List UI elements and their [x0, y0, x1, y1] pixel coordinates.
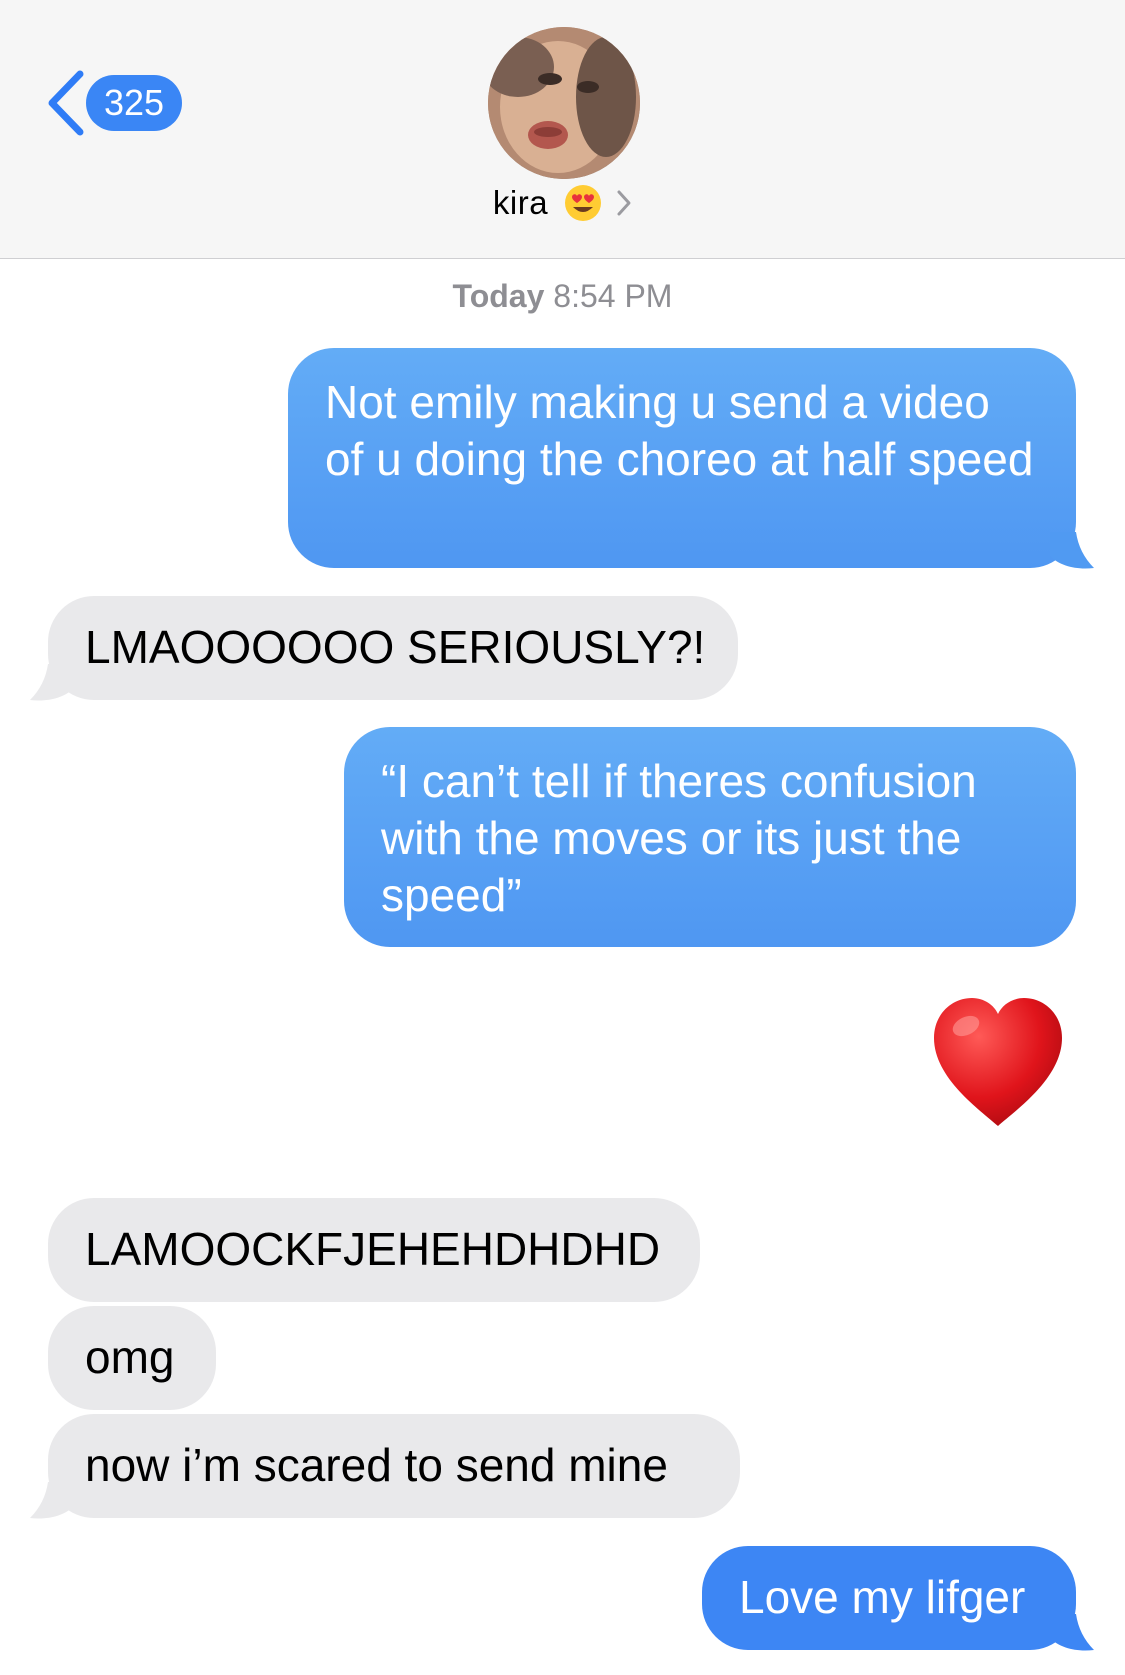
bubble-tail	[30, 1482, 74, 1519]
received-message-bubble[interactable]: LAMOOCKFJEHEHDHDHD	[48, 1198, 700, 1302]
message-text: now i’m scared to send mine	[85, 1439, 668, 1491]
received-message-bubble[interactable]: LMAOOOOOO SERIOUSLY?!	[48, 596, 738, 700]
message-text: Not emily making u send a video of u doi…	[325, 376, 1034, 485]
unread-count-badge: 325	[86, 75, 182, 131]
heart-eyes-emoji-icon	[565, 185, 602, 221]
message-text: omg	[85, 1331, 175, 1383]
back-button[interactable]: 325	[44, 68, 182, 138]
message-text: LMAOOOOOO SERIOUSLY?!	[85, 621, 706, 673]
chevron-left-icon	[48, 70, 84, 136]
message-text: LAMOOCKFJEHEHDHDHD	[85, 1223, 661, 1275]
bubble-tail	[1050, 1614, 1094, 1651]
received-message-bubble[interactable]: now i’m scared to send mine	[48, 1414, 740, 1518]
sent-message-bubble[interactable]: Love my lifger	[702, 1546, 1076, 1650]
conversation-timestamp: Today 8:54 PM	[0, 278, 1125, 315]
messages-screen: 325 kira Today 8:54 PM Not emily making …	[0, 0, 1125, 1675]
timestamp-day: Today	[452, 278, 545, 314]
avatar-photo	[488, 27, 640, 179]
message-text: Love my lifger	[739, 1571, 1026, 1623]
contact-info-button[interactable]: kira	[0, 184, 1125, 222]
contact-avatar[interactable]	[488, 27, 640, 179]
contact-name: kira	[492, 184, 549, 221]
chevron-right-icon	[617, 190, 631, 216]
received-message-bubble[interactable]: omg	[48, 1306, 216, 1410]
message-text: “I can’t tell if theres confusion with t…	[381, 755, 977, 921]
timestamp-time: 8:54 PM	[553, 278, 673, 314]
conversation-header: 325 kira	[0, 0, 1125, 259]
bubble-tail	[1050, 532, 1094, 569]
red-heart-emoji-icon[interactable]	[928, 992, 1068, 1132]
sent-message-bubble[interactable]: Not emily making u send a video of u doi…	[288, 348, 1076, 568]
bubble-tail	[30, 664, 74, 701]
sent-message-bubble[interactable]: “I can’t tell if theres confusion with t…	[344, 727, 1076, 947]
